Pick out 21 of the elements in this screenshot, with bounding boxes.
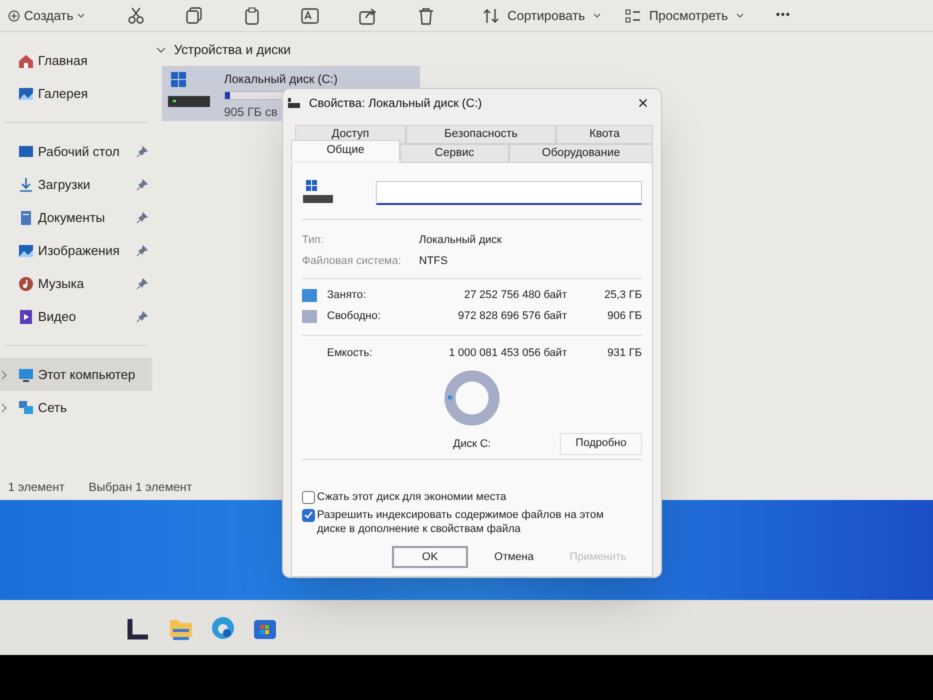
usage-label: Емкость: [327,346,374,361]
size-value: 931 ГБ [606,346,642,361]
option-label: Сжать этот диск для экономии места [317,490,508,504]
byte-count: 1 000 081 453 056 байт [448,346,567,361]
field-value: Локальный диск [419,233,502,248]
size-value: 906 ГБ [606,309,642,324]
byte-count: 972 828 696 576 байт [457,309,567,324]
window-title: Свойства: Локальный диск (C:) [309,95,483,112]
drive-label: Диск C: [453,437,491,452]
status-text: 1 элемент [8,479,65,496]
usage-label: Занято: [327,288,367,304]
drive-name: Локальный диск (C:) [224,70,339,88]
byte-count: 27 252 756 480 байт [463,288,567,304]
option-label: Разрешить индексировать содержимое файлов на этом диске в дополнение к свойствам файла [317,508,605,536]
status-text: Выбран 1 элемент [88,479,192,496]
field-label: Тип: [302,233,324,248]
field-label: Файловая система: [302,254,402,270]
size-value: 25,3 ГБ [603,288,642,304]
drive-free-space: 905 ГБ св [224,104,278,120]
usage-label: Свободно: [327,309,382,324]
field-value: NTFS [419,254,448,270]
